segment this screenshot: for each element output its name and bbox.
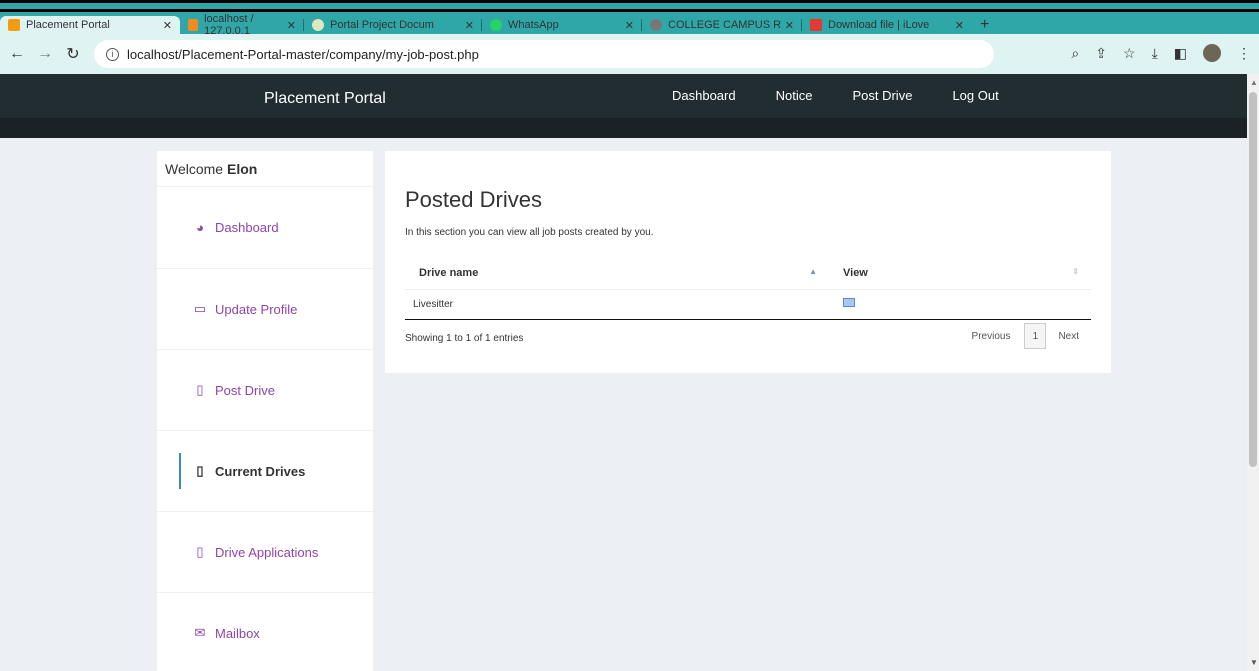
close-icon[interactable]: ✕ (287, 19, 296, 32)
star-icon[interactable]: ☆ (1123, 45, 1136, 62)
tab-title: Portal Project Docum (330, 19, 434, 31)
tab-favicon-icon (650, 19, 662, 31)
top-line (0, 0, 1259, 3)
scroll-up-icon[interactable]: ▲ (1250, 78, 1258, 87)
close-icon[interactable]: ✕ (785, 19, 794, 32)
view-card-icon[interactable] (843, 298, 855, 307)
share-icon[interactable]: ⇪ (1095, 45, 1107, 62)
table-row: Livesitter (405, 289, 1091, 320)
column-header-label: View (843, 266, 868, 279)
sidebar-item-post-drive[interactable]: ▯ Post Drive (157, 350, 373, 431)
nav-link-notice[interactable]: Notice (776, 88, 813, 103)
view-cell (829, 289, 1091, 320)
welcome-prefix: Welcome (165, 161, 224, 177)
file-icon: ▯ (196, 544, 204, 559)
tab-title: Placement Portal (26, 19, 110, 31)
app-navbar: Placement Portal Dashboard Notice Post D… (0, 74, 1247, 138)
scroll-down-icon[interactable]: ▼ (1250, 658, 1258, 667)
nav-link-post-drive[interactable]: Post Drive (852, 88, 912, 103)
drive-name-cell: Livesitter (405, 289, 829, 320)
nav-link-dashboard[interactable]: Dashboard (672, 88, 736, 103)
column-header-view[interactable]: View ⇕ (829, 257, 1091, 290)
sidebar-item-label: Post Drive (215, 382, 275, 398)
browser-tab[interactable]: Placement Portal ✕ (0, 16, 180, 34)
page-number-button[interactable]: 1 (1024, 323, 1047, 349)
browser-tab[interactable]: WhatsApp ✕ (482, 16, 642, 34)
file-icon: ▯ (196, 463, 204, 478)
tab-title: Download file | iLove (828, 19, 930, 31)
info-icon[interactable]: i (106, 47, 119, 61)
column-header-drive-name[interactable]: Drive name ▲ (405, 257, 829, 290)
drives-table: Drive name ▲ View ⇕ Livesitter (405, 257, 1091, 320)
tab-title: COLLEGE CAMPUS R (668, 19, 782, 31)
sidebar-item-label: Mailbox (215, 625, 260, 641)
sidebar-item-label: Current Drives (215, 463, 306, 479)
sidebar-item-label: Drive Applications (215, 544, 319, 560)
tab-favicon-icon (8, 19, 20, 31)
heart-icon (810, 19, 822, 31)
sort-both-icon: ⇕ (1072, 267, 1079, 276)
browser-actions: ⌕ ⇪ ☆ ⤓ ◧ ⋮ (1071, 44, 1251, 62)
browser-tab[interactable]: localhost / 127.0.0.1 ✕ (180, 13, 304, 37)
zoom-icon[interactable]: ⌕ (1071, 45, 1079, 62)
dashboard-icon: ◕ (196, 220, 204, 235)
envelope-icon: ✉ (194, 625, 206, 640)
table-header-row: Drive name ▲ View ⇕ (405, 257, 1091, 290)
next-page-button[interactable]: Next (1046, 331, 1091, 342)
browser-tab[interactable]: Download file | iLove ✕ (802, 16, 972, 34)
sidebar-item-update-profile[interactable]: ▭ Update Profile (157, 269, 373, 350)
welcome-text: Welcome Elon (157, 151, 373, 187)
sidepanel-icon[interactable]: ◧ (1174, 45, 1187, 62)
close-icon[interactable]: ✕ (955, 19, 964, 32)
close-icon[interactable]: ✕ (163, 19, 172, 32)
browser-tab-bar: Placement Portal ✕ localhost / 127.0.0.1… (0, 12, 1259, 37)
pagination: Previous 1 Next (958, 323, 1091, 349)
close-icon[interactable]: ✕ (625, 19, 634, 32)
sidebar: Welcome Elon ◕ Dashboard ▭ Update Profil… (157, 151, 373, 671)
table-info: Showing 1 to 1 of 1 entries (405, 333, 524, 344)
page-title: Posted Drives (405, 187, 542, 212)
top-navigation: Dashboard Notice Post Drive Log Out (672, 88, 999, 103)
file-icon: ▯ (196, 382, 204, 397)
sort-asc-icon: ▲ (809, 267, 817, 276)
address-bar: ← → ↻ i localhost/Placement-Portal-maste… (0, 34, 1259, 74)
plus-icon: + (980, 16, 990, 33)
forward-arrow-icon[interactable]: → (34, 43, 56, 65)
scrollbar-thumb[interactable] (1249, 92, 1257, 467)
tab-favicon-icon (188, 19, 199, 31)
url-input[interactable]: i localhost/Placement-Portal-master/comp… (94, 40, 994, 68)
navbar-bottom-strip (0, 118, 1247, 138)
menu-kebab-icon[interactable]: ⋮ (1237, 45, 1251, 62)
new-tab-button[interactable]: + (972, 16, 997, 34)
previous-page-button[interactable]: Previous (958, 331, 1025, 342)
close-icon[interactable]: ✕ (465, 19, 474, 32)
sidebar-item-dashboard[interactable]: ◕ Dashboard (157, 187, 373, 269)
page-scrollbar[interactable]: ▲ ▼ (1247, 74, 1259, 671)
sidebar-item-label: Update Profile (215, 301, 298, 317)
reload-icon[interactable]: ↻ (62, 43, 84, 65)
tab-favicon-icon (312, 19, 324, 31)
sidebar-item-label: Dashboard (215, 220, 279, 235)
browser-tab[interactable]: Portal Project Docum ✕ (304, 16, 482, 34)
tab-title: WhatsApp (508, 19, 559, 31)
column-header-label: Drive name (419, 266, 479, 279)
sidebar-item-mailbox[interactable]: ✉ Mailbox (157, 593, 373, 671)
page-description: In this section you can view all job pos… (405, 227, 654, 238)
whatsapp-icon (490, 19, 502, 31)
back-arrow-icon[interactable]: ← (6, 43, 28, 65)
download-icon[interactable]: ⤓ (1152, 45, 1158, 62)
browser-tab[interactable]: COLLEGE CAMPUS R ✕ (642, 16, 802, 34)
sidebar-item-current-drives[interactable]: ▯ Current Drives (157, 431, 373, 512)
brand-logo[interactable]: Placement Portal (264, 90, 386, 108)
profile-avatar-icon[interactable] (1203, 44, 1221, 62)
sidebar-item-drive-applications[interactable]: ▯ Drive Applications (157, 512, 373, 593)
monitor-icon: ▭ (193, 301, 207, 316)
url-text: localhost/Placement-Portal-master/compan… (127, 46, 479, 62)
posted-drives-panel: Posted Drives In this section you can vi… (385, 151, 1111, 373)
welcome-user: Elon (226, 161, 258, 177)
nav-link-logout[interactable]: Log Out (952, 88, 998, 103)
